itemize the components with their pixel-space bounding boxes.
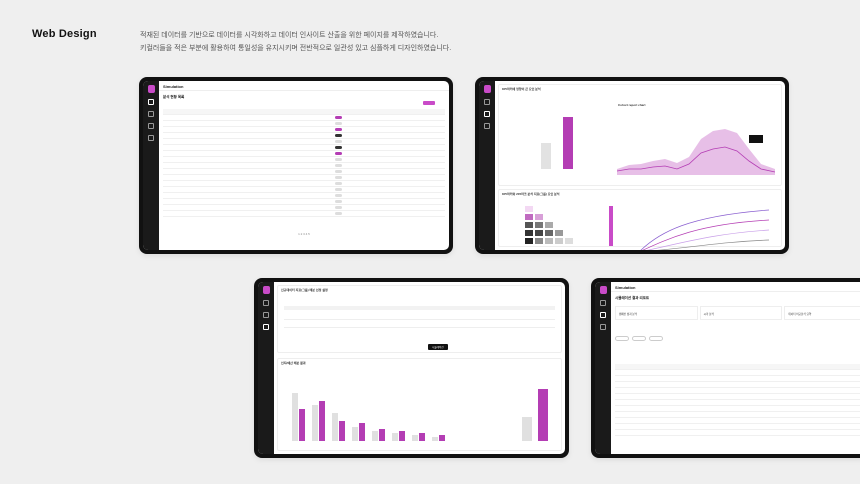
device-mockup-report: Simulation 시뮬레이션 결과 리포트 캠페인 성과 분석 시각 분석 … xyxy=(591,278,860,458)
device-mockup-simulation: 신규데이터 지표(그룹) 배분 선정 설정 시뮬레이션 인지/예산 배분 결과 xyxy=(254,278,569,458)
main-content: Simulation 분석 현황 목록 1 2 3 4 5 xyxy=(159,81,449,250)
table-row xyxy=(615,430,860,436)
filter-chip[interactable] xyxy=(649,336,663,341)
analysis-table xyxy=(163,109,445,217)
main-content: Simulation 시뮬레이션 결과 리포트 캠페인 성과 분석 시각 분석 … xyxy=(611,282,860,454)
setup-row[interactable] xyxy=(284,324,555,328)
nav-icon-settings[interactable] xyxy=(148,135,154,141)
card-title: Cohort report chart xyxy=(618,103,646,107)
setup-header xyxy=(284,306,555,310)
report-tabs: 캠페인 성과 분석 시각 분석 데이터 비교분석 요약 xyxy=(615,306,860,320)
top-bar: Simulation xyxy=(611,282,860,292)
app-logo xyxy=(483,85,491,93)
card-title: KPI마커에 영향이 큰 요인 분석 xyxy=(502,87,541,91)
heatmap xyxy=(525,206,613,246)
tooltip xyxy=(749,135,763,143)
nav-icon-report[interactable] xyxy=(484,123,490,129)
setup-card: 신규데이터 지표(그룹) 배분 선정 설정 시뮬레이션 xyxy=(277,285,562,353)
page-title: 시뮬레이션 결과 리포트 xyxy=(615,296,650,300)
chart-card-top: KPI마커에 영향이 큰 요인 분석 Cohort report chart xyxy=(498,84,782,186)
main-content: 신규데이터 지표(그룹) 배분 선정 설정 시뮬레이션 인지/예산 배분 결과 xyxy=(274,282,565,454)
new-analysis-button[interactable] xyxy=(423,101,435,105)
area-chart xyxy=(617,129,776,175)
table-row[interactable] xyxy=(163,211,445,217)
filter-chip[interactable] xyxy=(632,336,646,341)
screen-simulation: 신규데이터 지표(그룹) 배분 선정 설정 시뮬레이션 인지/예산 배분 결과 xyxy=(258,282,565,454)
device-mockup-charts: KPI마커에 영향이 큰 요인 분석 Cohort report chart K… xyxy=(475,77,789,254)
portfolio-page: Web Design 적재된 데이터를 기반으로 데이터를 시각화하고 데이터 … xyxy=(0,0,860,484)
filter-chip[interactable] xyxy=(615,336,629,341)
main-content: KPI마커에 영향이 큰 요인 분석 Cohort report chart K… xyxy=(495,81,785,250)
nav-icon-report[interactable] xyxy=(600,324,606,330)
page-title: 분석 현황 목록 xyxy=(163,95,185,99)
chart-card-bottom: KPI마커와 205마크 분석 지표(그룹) 요인 분석 xyxy=(498,189,782,250)
nav-icon-dashboard[interactable] xyxy=(148,99,154,105)
nav-icon-dashboard[interactable] xyxy=(484,99,490,105)
description-line-1: 적재된 데이터를 기반으로 데이터를 시각화하고 데이터 인사이트 산출을 위한… xyxy=(140,32,439,39)
card-title: KPI마커와 205마크 분석 지표(그룹) 요인 분석 xyxy=(502,192,560,196)
tab-performance[interactable]: 캠페인 성과 분석 xyxy=(615,306,698,320)
nav-icon-analysis[interactable] xyxy=(600,312,606,318)
line-chart xyxy=(640,209,770,250)
app-name: Simulation xyxy=(163,84,184,89)
app-logo xyxy=(147,85,155,93)
nav-icon-report[interactable] xyxy=(263,324,269,330)
card-title: 인지/예산 배분 결과 xyxy=(281,361,306,365)
section-title: Web Design xyxy=(32,28,97,40)
bar xyxy=(563,117,573,169)
pagination[interactable]: 1 2 3 4 5 xyxy=(159,232,449,236)
app-logo xyxy=(262,286,270,294)
section-description: 적재된 데이터를 기반으로 데이터를 시각화하고 데이터 인사이트 산출을 위한… xyxy=(140,29,451,55)
result-card: 인지/예산 배분 결과 xyxy=(277,358,562,451)
bar-chart xyxy=(541,117,573,169)
run-simulation-button[interactable]: 시뮬레이션 xyxy=(428,344,448,350)
nav-icon-analysis[interactable] xyxy=(148,111,154,117)
nav-icon-analysis[interactable] xyxy=(484,111,490,117)
sidebar xyxy=(595,282,611,454)
setup-row[interactable] xyxy=(284,316,555,320)
app-logo xyxy=(599,286,607,294)
report-table xyxy=(615,364,860,436)
tab-visual[interactable]: 시각 분석 xyxy=(699,306,783,320)
tab-compare[interactable]: 데이터 비교분석 요약 xyxy=(784,306,860,320)
bar xyxy=(541,143,551,169)
screen-charts: KPI마커에 영향이 큰 요인 분석 Cohort report chart K… xyxy=(479,81,785,250)
nav-icon-dashboard[interactable] xyxy=(600,300,606,306)
screen-report: Simulation 시뮬레이션 결과 리포트 캠페인 성과 분석 시각 분석 … xyxy=(595,282,860,454)
nav-icon-report[interactable] xyxy=(148,123,154,129)
description-line-2: 키컬러들을 적은 부분에 활용하여 통일성을 유지시키며 전반적으로 일관성 있… xyxy=(140,45,452,52)
nav-icon-analysis[interactable] xyxy=(263,312,269,318)
sidebar xyxy=(479,81,495,250)
comparison-bar-chart xyxy=(522,389,548,441)
sidebar xyxy=(258,282,274,454)
sidebar xyxy=(143,81,159,250)
grouped-bar-chart xyxy=(292,393,445,441)
app-name: Simulation xyxy=(615,285,636,290)
nav-icon-dashboard[interactable] xyxy=(263,300,269,306)
card-title: 신규데이터 지표(그룹) 배분 선정 설정 xyxy=(281,288,328,292)
device-mockup-list: Simulation 분석 현황 목록 1 2 3 4 5 xyxy=(139,77,453,254)
filter-row xyxy=(615,336,860,342)
top-bar: Simulation xyxy=(159,81,449,91)
screen-list: Simulation 분석 현황 목록 1 2 3 4 5 xyxy=(143,81,449,250)
